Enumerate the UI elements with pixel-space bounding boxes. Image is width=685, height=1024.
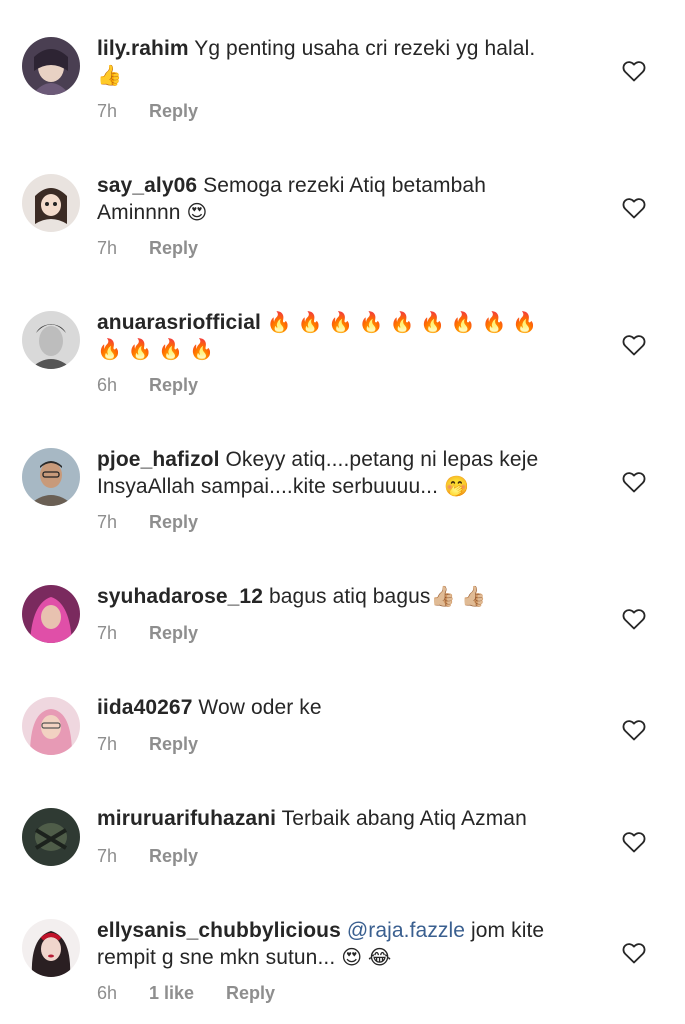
comment-body-line2: rempit g sne mkn sutun... [97, 946, 336, 969]
comment-time: 6h [97, 983, 118, 1003]
comment-body-line2: InsyaAllah sampai....kite serbuuuu... [97, 475, 439, 498]
comment-emoji: 👍 [97, 65, 123, 87]
heart-outline-icon[interactable] [622, 197, 646, 219]
comment-time: 7h [97, 623, 118, 643]
comment-time: 7h [97, 512, 118, 532]
reply-button[interactable]: Reply [226, 983, 275, 1004]
comment-emoji: 👍🏼 👍🏼 [430, 586, 487, 608]
comment-text: say_aly06 Semoga rezeki Atiq betambah Am… [97, 172, 597, 226]
comment-emoji: 😍 😂 [341, 947, 392, 969]
comment-body: Okeyy atiq....petang ni lepas keje [225, 448, 539, 471]
comment-likes-count[interactable]: 1 like [149, 983, 226, 1004]
reply-button[interactable]: Reply [149, 846, 198, 867]
comment-text: syuhadarose_12 bagus atiq bagus👍🏼 👍🏼 [97, 583, 597, 610]
comment-username[interactable]: pjoe_hafizol [97, 448, 220, 471]
avatar[interactable] [22, 37, 80, 95]
comment-body-line2: Aminnnn [97, 201, 181, 224]
avatar[interactable] [22, 919, 80, 977]
comment-time: 7h [97, 101, 118, 121]
heart-outline-icon[interactable] [622, 60, 646, 82]
comment-username[interactable]: iida40267 [97, 696, 192, 719]
comment-emoji: 🤭 [443, 476, 469, 498]
comment-text: miruruarifuhazani Terbaik abang Atiq Azm… [97, 805, 597, 832]
reply-button[interactable]: Reply [149, 512, 198, 533]
comment-time: 7h [97, 734, 118, 754]
avatar[interactable] [22, 697, 80, 755]
comment-body: Terbaik abang Atiq Azman [281, 807, 527, 830]
heart-outline-icon[interactable] [622, 719, 646, 741]
comment-meta: 6h Reply [97, 375, 198, 396]
comment-username[interactable]: say_aly06 [97, 174, 197, 197]
comment-body: jom kite [471, 919, 545, 942]
comment-time: 6h [97, 375, 118, 395]
comment-text: ellysanis_chubbylicious @raja.fazzle jom… [97, 917, 597, 971]
comment-meta: 7h Reply [97, 734, 198, 755]
comment-time: 7h [97, 238, 118, 258]
comment-text: pjoe_hafizol Okeyy atiq....petang ni lep… [97, 446, 597, 500]
comment-username[interactable]: syuhadarose_12 [97, 585, 263, 608]
comment-emoji: 😍 [186, 202, 208, 224]
reply-button[interactable]: Reply [149, 734, 198, 755]
heart-outline-icon[interactable] [622, 334, 646, 356]
reply-button[interactable]: Reply [149, 623, 198, 644]
comment-body: Yg penting usaha cri rezeki yg halal. [194, 37, 536, 60]
heart-outline-icon[interactable] [622, 608, 646, 630]
comment-meta: 7h Reply [97, 512, 198, 533]
heart-outline-icon[interactable] [622, 471, 646, 493]
comment-body: Wow oder ke [198, 696, 322, 719]
comment-meta: 7h Reply [97, 623, 198, 644]
heart-outline-icon[interactable] [622, 831, 646, 853]
comment-text: lily.rahim Yg penting usaha cri rezeki y… [97, 35, 597, 89]
comment-emoji-line2: 🔥 🔥 🔥 🔥 [97, 339, 214, 361]
comment-username[interactable]: anuarasriofficial [97, 311, 261, 334]
comment-body: Semoga rezeki Atiq betambah [203, 174, 486, 197]
comment-username[interactable]: lily.rahim [97, 37, 189, 60]
heart-outline-icon[interactable] [622, 942, 646, 964]
avatar[interactable] [22, 585, 80, 643]
comment-time: 7h [97, 846, 118, 866]
comment-mention-link[interactable]: @raja.fazzle [347, 919, 465, 942]
avatar[interactable] [22, 311, 80, 369]
comment-body: bagus atiq bagus [268, 585, 431, 608]
comment-text: anuarasriofficial 🔥 🔥 🔥 🔥 🔥 🔥 🔥 🔥 🔥 🔥 🔥 … [97, 309, 597, 363]
comment-meta: 7h Reply [97, 846, 198, 867]
comment-text: iida40267 Wow oder ke [97, 694, 597, 721]
comment-username[interactable]: ellysanis_chubbylicious [97, 919, 341, 942]
avatar[interactable] [22, 808, 80, 866]
comment-username[interactable]: miruruarifuhazani [97, 807, 276, 830]
comment-meta: 6h 1 like Reply [97, 983, 275, 1004]
reply-button[interactable]: Reply [149, 238, 198, 259]
reply-button[interactable]: Reply [149, 375, 198, 396]
avatar[interactable] [22, 448, 80, 506]
comment-emoji: 🔥 🔥 🔥 🔥 🔥 🔥 🔥 🔥 🔥 [266, 312, 538, 334]
comment-meta: 7h Reply [97, 101, 198, 122]
reply-button[interactable]: Reply [149, 101, 198, 122]
avatar[interactable] [22, 174, 80, 232]
comment-meta: 7h Reply [97, 238, 198, 259]
